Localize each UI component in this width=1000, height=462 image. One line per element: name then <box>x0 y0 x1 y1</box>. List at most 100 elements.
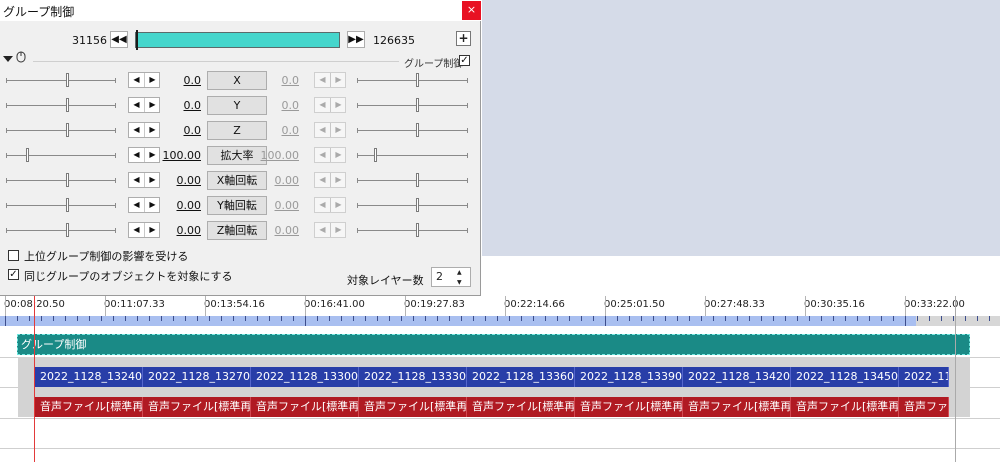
left-value[interactable]: 0.0 <box>155 124 202 137</box>
group-control-checkbox[interactable]: ✓ <box>459 55 470 66</box>
left-arrow-icon[interactable]: ◀ <box>315 223 330 237</box>
right-value-stepper[interactable]: ◀ ▶ <box>314 72 346 88</box>
right-arrow-icon[interactable]: ▶ <box>331 98 346 112</box>
right-arrow-icon[interactable]: ▶ <box>331 198 346 212</box>
left-slider-track[interactable] <box>6 105 116 106</box>
video-clip[interactable]: 2022_1128_133903_( <box>575 367 683 387</box>
left-arrow-icon[interactable]: ◀ <box>129 148 144 162</box>
left-arrow-icon[interactable]: ◀ <box>315 198 330 212</box>
left-slider-track[interactable] <box>6 80 116 81</box>
minor-tick <box>125 316 126 321</box>
inherit-parent-checkbox[interactable] <box>8 250 19 261</box>
collapse-triangle-icon[interactable] <box>3 56 13 62</box>
left-slider-track[interactable] <box>6 180 116 181</box>
left-value[interactable]: 0.0 <box>155 74 202 87</box>
left-arrow-icon[interactable]: ◀ <box>129 198 144 212</box>
left-slider-thumb[interactable] <box>26 148 29 162</box>
right-arrow-icon[interactable]: ▶ <box>331 173 346 187</box>
right-value-stepper[interactable]: ◀ ▶ <box>314 97 346 113</box>
left-value[interactable]: 0.00 <box>155 199 202 212</box>
prev-frame-button[interactable]: ◀◀ <box>110 31 128 48</box>
left-value[interactable]: 0.0 <box>155 99 202 112</box>
video-clip[interactable]: 2022_1128_134503_( <box>791 367 899 387</box>
audio-clip[interactable]: 音声ファイル[標準再生 <box>575 397 683 417</box>
left-slider-thumb[interactable] <box>66 123 69 137</box>
right-arrow-icon[interactable]: ▶ <box>331 223 346 237</box>
left-slider-thumb[interactable] <box>66 73 69 87</box>
same-group-checkbox[interactable]: ✓ <box>8 269 19 280</box>
preview-area <box>482 0 1000 256</box>
video-clip[interactable]: 2022_1128_133603_( <box>467 367 575 387</box>
next-frame-button[interactable]: ▶▶ <box>347 31 365 48</box>
minor-tick <box>749 316 750 321</box>
video-clip[interactable]: 2022_1128_133303_( <box>359 367 467 387</box>
minor-tick <box>41 316 42 321</box>
slider-tick <box>6 178 7 183</box>
minor-tick <box>449 316 450 321</box>
minor-tick <box>401 316 402 321</box>
video-clip[interactable]: 2022_1128_132403_( <box>35 367 143 387</box>
audio-clip[interactable]: 音声ファイル[標準再生 <box>251 397 359 417</box>
group-control-bar[interactable]: グループ制御 <box>17 334 970 355</box>
end-marker <box>955 296 956 462</box>
left-arrow-icon[interactable]: ◀ <box>129 73 144 87</box>
left-value[interactable]: 100.00 <box>155 149 202 162</box>
video-clip[interactable]: 2022_112 <box>899 367 949 387</box>
left-slider-track[interactable] <box>6 205 116 206</box>
left-value[interactable]: 0.00 <box>155 174 202 187</box>
spin-down-icon[interactable]: ▼ <box>457 279 462 286</box>
video-clip[interactable]: 2022_1128_132703_( <box>143 367 251 387</box>
minor-tick <box>545 316 546 321</box>
seek-handle[interactable] <box>136 30 138 50</box>
left-arrow-icon[interactable]: ◀ <box>315 148 330 162</box>
left-slider-thumb[interactable] <box>66 98 69 112</box>
audio-clip[interactable]: 音声ファイル[標準再生 <box>35 397 143 417</box>
right-value-stepper[interactable]: ◀ ▶ <box>314 147 346 163</box>
left-value[interactable]: 0.00 <box>155 224 202 237</box>
left-slider-track[interactable] <box>6 130 116 131</box>
minor-tick <box>341 316 342 321</box>
playhead-cursor[interactable] <box>34 296 35 462</box>
right-arrow-icon[interactable]: ▶ <box>331 123 346 137</box>
spin-up-icon[interactable]: ▲ <box>457 269 462 276</box>
add-button[interactable]: + <box>456 31 471 46</box>
left-arrow-icon[interactable]: ◀ <box>315 173 330 187</box>
right-arrow-icon[interactable]: ▶ <box>331 148 346 162</box>
video-clip[interactable]: 2022_1128_133003_( <box>251 367 359 387</box>
left-slider-track[interactable] <box>6 155 116 156</box>
audio-clip[interactable]: 音声ファイ <box>899 397 949 417</box>
major-tick <box>505 296 506 316</box>
left-slider-thumb[interactable] <box>66 198 69 212</box>
frame-start: 31156 <box>72 34 107 47</box>
right-value-stepper[interactable]: ◀ ▶ <box>314 122 346 138</box>
audio-clip[interactable]: 音声ファイル[標準再生 <box>683 397 791 417</box>
left-arrow-icon[interactable]: ◀ <box>129 223 144 237</box>
seek-bar[interactable] <box>135 32 340 48</box>
right-value: 0.00 <box>274 174 300 187</box>
slider-tick <box>115 128 116 133</box>
left-arrow-icon[interactable]: ◀ <box>315 73 330 87</box>
right-arrow-icon[interactable]: ▶ <box>331 73 346 87</box>
audio-clip[interactable]: 音声ファイル[標準再生 <box>143 397 251 417</box>
audio-clip[interactable]: 音声ファイル[標準再生 <box>791 397 899 417</box>
right-value-stepper[interactable]: ◀ ▶ <box>314 222 346 238</box>
left-arrow-icon[interactable]: ◀ <box>129 173 144 187</box>
layer-count-value[interactable]: 2 <box>436 270 443 283</box>
left-slider-track[interactable] <box>6 230 116 231</box>
left-arrow-icon[interactable]: ◀ <box>315 123 330 137</box>
right-value: 0.00 <box>274 224 300 237</box>
right-value-stepper[interactable]: ◀ ▶ <box>314 197 346 213</box>
minor-tick <box>509 316 510 321</box>
minor-tick <box>821 316 822 321</box>
left-slider-thumb[interactable] <box>66 173 69 187</box>
left-arrow-icon[interactable]: ◀ <box>129 98 144 112</box>
slider-tick <box>115 228 116 233</box>
close-button[interactable]: × <box>462 1 481 20</box>
audio-clip[interactable]: 音声ファイル[標準再生 <box>359 397 467 417</box>
left-arrow-icon[interactable]: ◀ <box>315 98 330 112</box>
left-slider-thumb[interactable] <box>66 223 69 237</box>
left-arrow-icon[interactable]: ◀ <box>129 123 144 137</box>
audio-clip[interactable]: 音声ファイル[標準再生 <box>467 397 575 417</box>
video-clip[interactable]: 2022_1128_134203_( <box>683 367 791 387</box>
right-value-stepper[interactable]: ◀ ▶ <box>314 172 346 188</box>
